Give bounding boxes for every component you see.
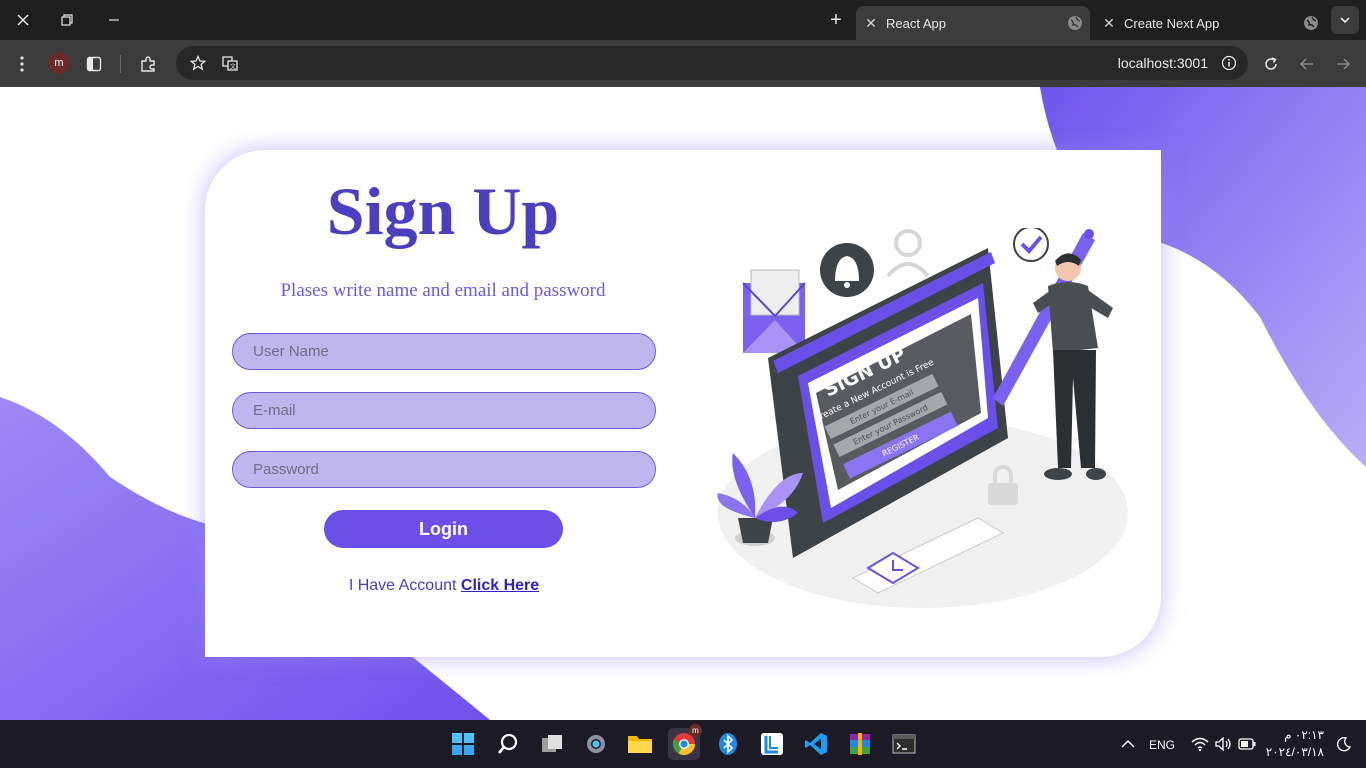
translate-icon[interactable]: 文 <box>217 50 243 76</box>
login-button[interactable]: Login <box>324 510 563 548</box>
taskbar: m ENG ٠٢:١٣ م ٢٠٢٤/٠٣/١٨ <box>0 720 1366 768</box>
sidebar-icon[interactable] <box>81 51 107 77</box>
task-view-icon[interactable] <box>536 728 568 760</box>
page-title: Sign Up <box>326 173 560 249</box>
linear-icon[interactable] <box>756 728 788 760</box>
bell-icon <box>820 243 874 297</box>
toolbar-divider <box>120 55 121 73</box>
envelope-icon <box>742 269 806 353</box>
click-here-link[interactable]: Click Here <box>461 577 539 594</box>
clock-date[interactable]: ٢٠٢٤/٠٣/١٨ <box>1262 745 1324 759</box>
tab-title: Create Next App <box>1124 15 1220 31</box>
tray-chevron-up-icon[interactable] <box>1112 728 1144 760</box>
reload-icon[interactable] <box>1258 51 1284 77</box>
do-not-disturb-icon[interactable] <box>1328 728 1360 760</box>
tab-react-app[interactable]: ✕ React App <box>856 6 1090 40</box>
winrar-icon[interactable] <box>844 728 876 760</box>
close-tab-icon[interactable]: ✕ <box>1094 15 1124 32</box>
signup-card: Sign Up Plases write name and email and … <box>205 150 1161 657</box>
check-bubble-icon <box>1013 228 1049 262</box>
user-icon <box>886 229 930 278</box>
search-icon[interactable] <box>492 728 524 760</box>
account-text: I Have Account <box>348 577 457 594</box>
page-content: Sign Up Plases write name and email and … <box>0 87 1366 720</box>
close-tab-icon[interactable]: ✕ <box>856 15 886 32</box>
tab-create-next-app[interactable]: ✕ Create Next App <box>1094 6 1326 40</box>
language-indicator[interactable]: ENG <box>1149 738 1175 752</box>
browser-tab-bar: + ✕ React App ✕ Create Next App <box>0 0 1366 40</box>
clock-time[interactable]: ٠٢:١٣ م <box>1262 728 1324 742</box>
forward-arrow-icon[interactable] <box>1330 51 1356 77</box>
close-window-icon[interactable] <box>0 0 46 40</box>
profile-avatar[interactable]: m <box>48 52 70 74</box>
terminal-icon[interactable] <box>888 728 920 760</box>
tab-title: React App <box>886 15 946 31</box>
account-prompt: I Have Account Click Here <box>232 577 656 595</box>
url-text[interactable]: localhost:3001 <box>1118 46 1208 80</box>
globe-icon <box>1296 15 1326 31</box>
signup-illustration: SIGN UP Create a New Account is Free Ent… <box>717 228 1128 608</box>
email-input[interactable] <box>232 392 656 429</box>
menu-dots-icon[interactable] <box>9 51 35 77</box>
globe-icon <box>1060 15 1090 31</box>
restore-window-icon[interactable] <box>44 0 90 40</box>
battery-icon[interactable] <box>1231 728 1263 760</box>
extensions-icon[interactable] <box>135 51 161 77</box>
back-arrow-icon[interactable] <box>1294 51 1320 77</box>
password-input[interactable] <box>232 451 656 488</box>
tab-search-chevron-icon[interactable] <box>1331 6 1359 34</box>
bookmark-star-icon[interactable] <box>185 50 211 76</box>
browser-toolbar: m 文 localhost:3001 <box>0 40 1366 87</box>
site-info-icon[interactable] <box>1216 50 1242 76</box>
svg-text:文: 文 <box>230 63 236 71</box>
username-input[interactable] <box>232 333 656 370</box>
vscode-icon[interactable] <box>800 728 832 760</box>
minimize-window-icon[interactable] <box>91 0 137 40</box>
settings-icon[interactable] <box>580 728 612 760</box>
chrome-icon[interactable]: m <box>668 724 702 760</box>
new-tab-icon[interactable]: + <box>822 8 850 32</box>
chrome-profile-badge: m <box>689 724 702 737</box>
form-subtitle: Plases write name and email and password <box>280 280 606 301</box>
bluetooth-icon[interactable] <box>712 728 744 760</box>
address-bar[interactable]: 文 localhost:3001 <box>176 46 1248 80</box>
start-icon[interactable] <box>447 728 479 760</box>
file-explorer-icon[interactable] <box>624 728 656 760</box>
